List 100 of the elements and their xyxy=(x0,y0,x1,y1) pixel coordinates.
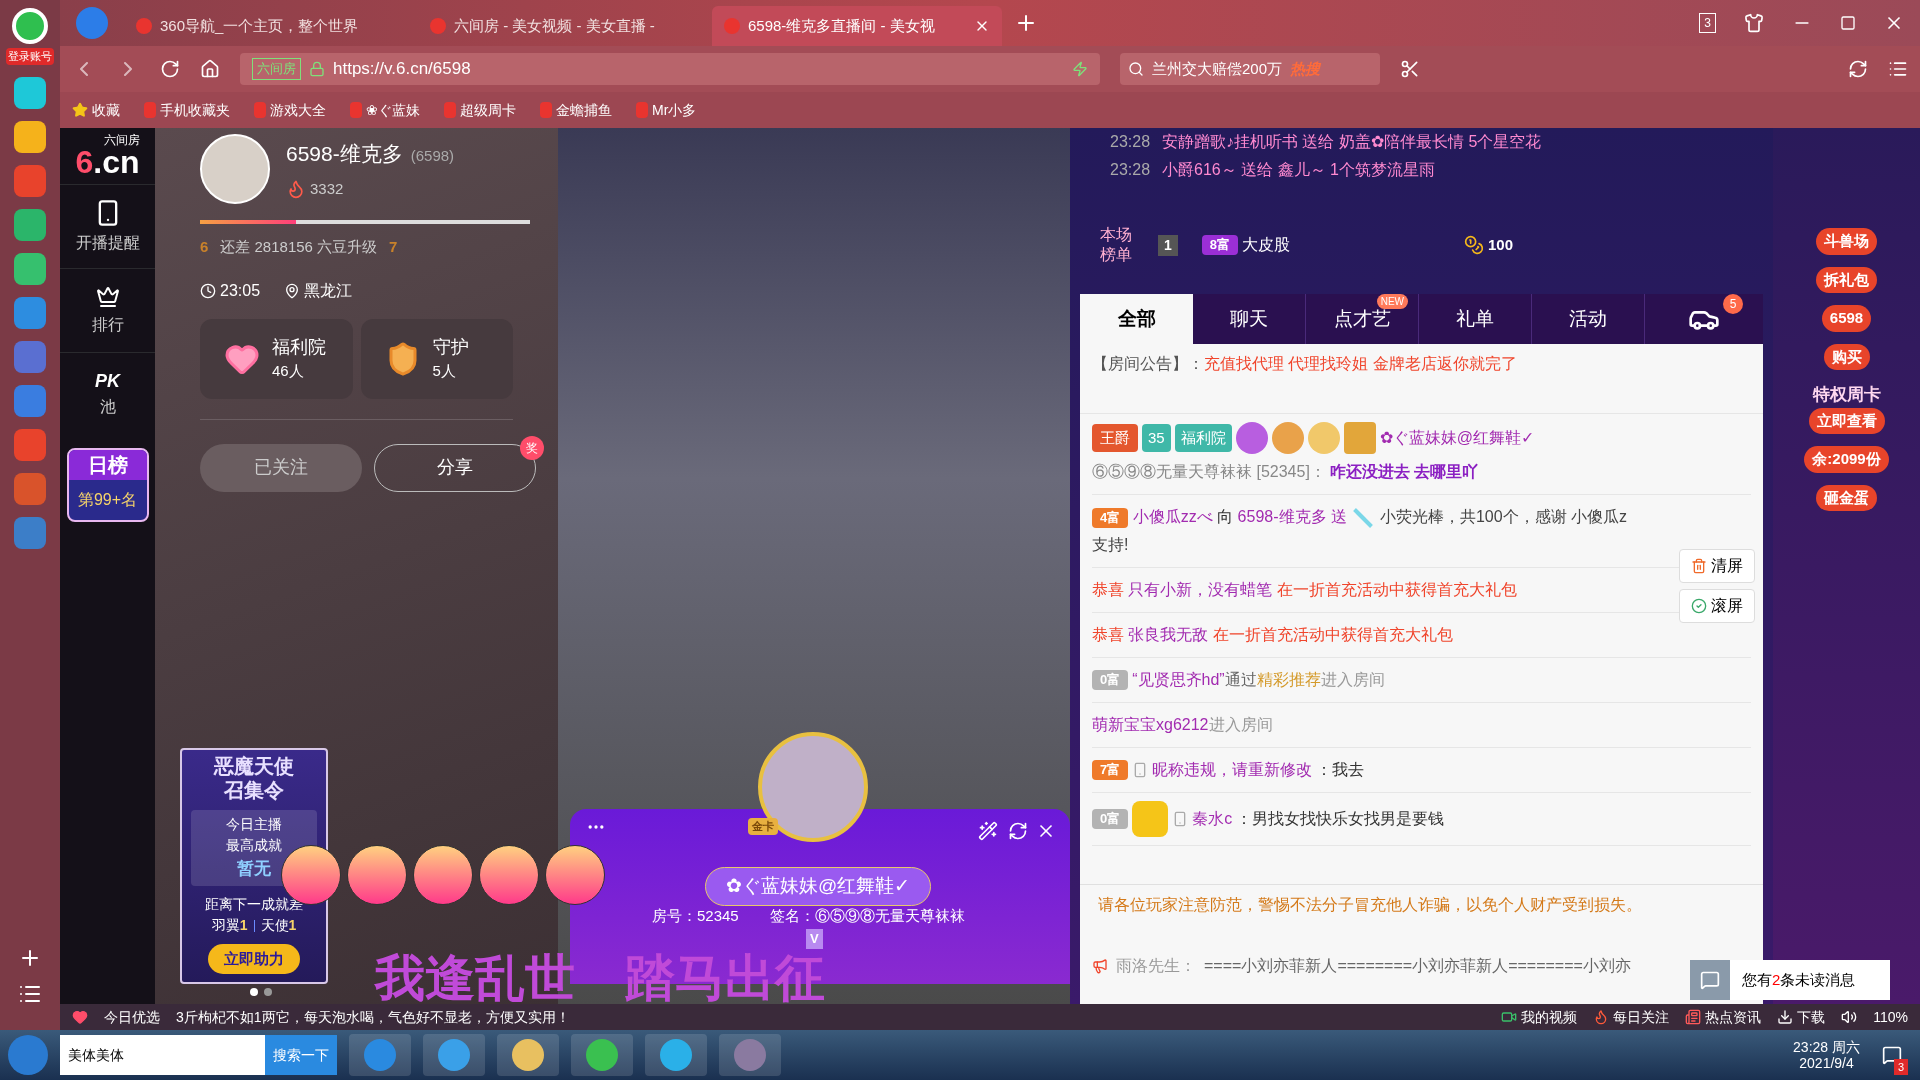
taskbar-app-icon[interactable] xyxy=(349,1034,411,1076)
taskbar-app-icon[interactable] xyxy=(423,1034,485,1076)
followed-button[interactable]: 已关注 xyxy=(200,443,362,492)
warning-text: 请各位玩家注意防范，警惕不法分子冒充他人诈骗，以免个人财产受到损失。 xyxy=(1080,884,1763,954)
taskbar-app-icon[interactable] xyxy=(645,1034,707,1076)
browser-tab[interactable]: 360导航_一个主页，整个世界 xyxy=(124,6,414,46)
username[interactable]: 昵称违规，请重新修改 xyxy=(1152,756,1313,784)
activity-button[interactable]: 砸金蛋 xyxy=(1816,484,1877,511)
unread-toast[interactable]: 您有2条未读消息 xyxy=(1690,960,1890,1000)
boost-button[interactable]: 立即助力 xyxy=(208,943,300,974)
app-shortcut-icon[interactable] xyxy=(14,252,46,285)
reload-icon[interactable] xyxy=(160,59,180,79)
username[interactable]: ✿ぐ蓝妹妹@红舞鞋✓ xyxy=(1379,424,1534,452)
taskbar-search-button[interactable]: 搜索一下 xyxy=(265,1035,337,1075)
activity-button[interactable]: 拆礼包 xyxy=(1816,266,1877,293)
bookmark-link[interactable]: Mr小多 xyxy=(636,99,697,121)
broadcast-text: ====小刘亦菲新人========小刘亦菲新人========小刘亦 xyxy=(1204,956,1631,976)
wealth-badge: 4富 xyxy=(1092,508,1129,528)
zoom-level[interactable]: 110% xyxy=(1873,1006,1908,1028)
info-card[interactable]: 守护 5人 xyxy=(360,318,513,399)
chat-tab[interactable]: 全部 xyxy=(1080,294,1193,344)
promo-requirement: 羽翼1 天使1 xyxy=(211,915,297,935)
activity-button[interactable]: 余:2099份 xyxy=(1804,446,1889,473)
site-favicon-icon xyxy=(136,18,152,34)
home-icon[interactable] xyxy=(200,59,220,79)
taskbar-search-field[interactable]: 美体美体 xyxy=(60,1035,265,1075)
news-ticker[interactable]: 3斤枸杞不如1两它，每天泡水喝，气色好不显老，方便又实用！ xyxy=(176,1006,570,1028)
menu-icon[interactable] xyxy=(1888,59,1908,79)
logo-caption: 六间房 xyxy=(103,134,140,146)
card-count: 46人 xyxy=(272,360,305,381)
activity-button[interactable]: 购买 xyxy=(1823,343,1870,370)
skin-icon[interactable] xyxy=(1744,13,1764,33)
refresh-icon[interactable] xyxy=(1008,821,1028,841)
login-button[interactable]: 登录账号 xyxy=(6,48,54,65)
promo-title: 恶魔天使 召集令 xyxy=(214,754,294,802)
vip-badge: V xyxy=(806,929,823,949)
info-card[interactable]: 福利院 46人 xyxy=(200,318,353,399)
address-field[interactable]: 六间房 https://v.6.cn/6598 xyxy=(240,53,1100,85)
activity-button[interactable]: 立即查看 xyxy=(1808,407,1885,434)
lightning-icon[interactable] xyxy=(1072,61,1088,77)
card-signature: 签名：⑥⑤⑨⑧无量天尊袜袜 xyxy=(770,906,965,926)
bookmark-link[interactable]: ❀ぐ蓝妹 xyxy=(350,99,420,121)
scissors-icon[interactable] xyxy=(1400,59,1420,79)
promo-line: 最高成就 xyxy=(225,836,283,855)
status-link[interactable]: 我的视频 xyxy=(1501,1006,1578,1028)
bookmark-link[interactable]: 游戏大全 xyxy=(254,99,326,121)
undo-icon[interactable] xyxy=(1848,59,1868,79)
app-shortcut-icon[interactable] xyxy=(14,208,46,241)
app-shortcut-icon[interactable] xyxy=(14,76,46,109)
clear-screen-button[interactable]: 清屏 xyxy=(1679,549,1755,583)
board-coins: 100 xyxy=(1488,234,1514,255)
username[interactable]: 秦水c xyxy=(1192,805,1233,833)
ticker-time: 23:28 xyxy=(1110,132,1151,152)
ticker-text: 安静蹭歌♪挂机听书 送给 奶盖✿陪伴最长情 5个星空花 xyxy=(1162,132,1542,152)
bookmark-link[interactable]: 金蟾捕鱼 xyxy=(540,99,612,121)
search-field[interactable]: 兰州交大赔偿200万 热搜 xyxy=(1120,53,1380,85)
user-badge: 王爵 xyxy=(1092,424,1138,452)
bookmark-link[interactable]: 收藏 xyxy=(72,99,120,121)
app-shortcut-icon[interactable] xyxy=(14,120,46,153)
card-room-number: 房号：52345 xyxy=(652,906,739,926)
scroll-lock-button[interactable]: 滚屏 xyxy=(1679,589,1755,623)
broadcast-name: 雨洛先生： xyxy=(1116,956,1196,976)
taskbar-app-icon[interactable] xyxy=(497,1034,559,1076)
notification-count: 3 xyxy=(1893,1058,1908,1075)
board-label[interactable]: 本场榜单 xyxy=(1100,225,1134,265)
anchor-name-link[interactable]: 6598-维克多 送 xyxy=(1237,508,1347,525)
action-center-icon[interactable] xyxy=(1882,1045,1902,1065)
maximize-icon[interactable] xyxy=(1840,15,1856,31)
browser-tab[interactable]: 六间房 - 美女视频 - 美女直播 - xyxy=(418,6,708,46)
status-link[interactable]: 下载 xyxy=(1777,1006,1826,1028)
tab-count[interactable]: 3 xyxy=(1699,13,1716,33)
broadcast-icon xyxy=(1092,958,1108,974)
browser-tab[interactable]: 6598-维克多直播间 - 美女视 xyxy=(712,6,1002,46)
nav-label: 开播提醒 xyxy=(75,232,140,253)
car-count-badge: 5 xyxy=(1723,294,1743,314)
site-logo[interactable]: 6.cn xyxy=(75,146,140,178)
app-shortcut-icon[interactable] xyxy=(14,296,46,329)
status-left-link[interactable]: 今日优选 xyxy=(104,1006,160,1028)
chat-message-text: ：男找女找快乐女找男是要钱 xyxy=(1236,809,1445,829)
level-to: 7 xyxy=(389,237,398,257)
bookmark-link[interactable]: 手机收藏夹 xyxy=(144,99,230,121)
status-link[interactable]: 热点资讯 xyxy=(1685,1006,1762,1028)
user-badge: 35 xyxy=(1142,424,1171,452)
activity-button[interactable]: 斗兽场 xyxy=(1816,228,1877,255)
volume-icon[interactable] xyxy=(1841,1009,1858,1025)
taskbar-app-icon[interactable] xyxy=(571,1034,633,1076)
start-button[interactable] xyxy=(8,1035,48,1075)
message-icon xyxy=(1700,970,1720,990)
magic-wand-icon[interactable] xyxy=(978,821,998,841)
daily-rank-badge[interactable]: 日榜 第99+名 xyxy=(66,448,149,522)
bookmark-link[interactable]: 超级周卡 xyxy=(444,99,516,121)
board-rank: 1 xyxy=(1158,234,1178,256)
status-link[interactable]: 每日关注 xyxy=(1593,1006,1670,1028)
site-label: 六间房 xyxy=(252,58,301,80)
user-signature: ⑥⑤⑨⑧无量天尊袜袜 [52345]： xyxy=(1092,462,1326,482)
clock-icon xyxy=(200,282,216,299)
activity-button[interactable]: 6598 xyxy=(1821,305,1872,332)
room-id: (6598) xyxy=(410,146,455,166)
pk-label: PK xyxy=(95,370,120,391)
username[interactable]: 小傻瓜zzべ xyxy=(1132,508,1213,525)
